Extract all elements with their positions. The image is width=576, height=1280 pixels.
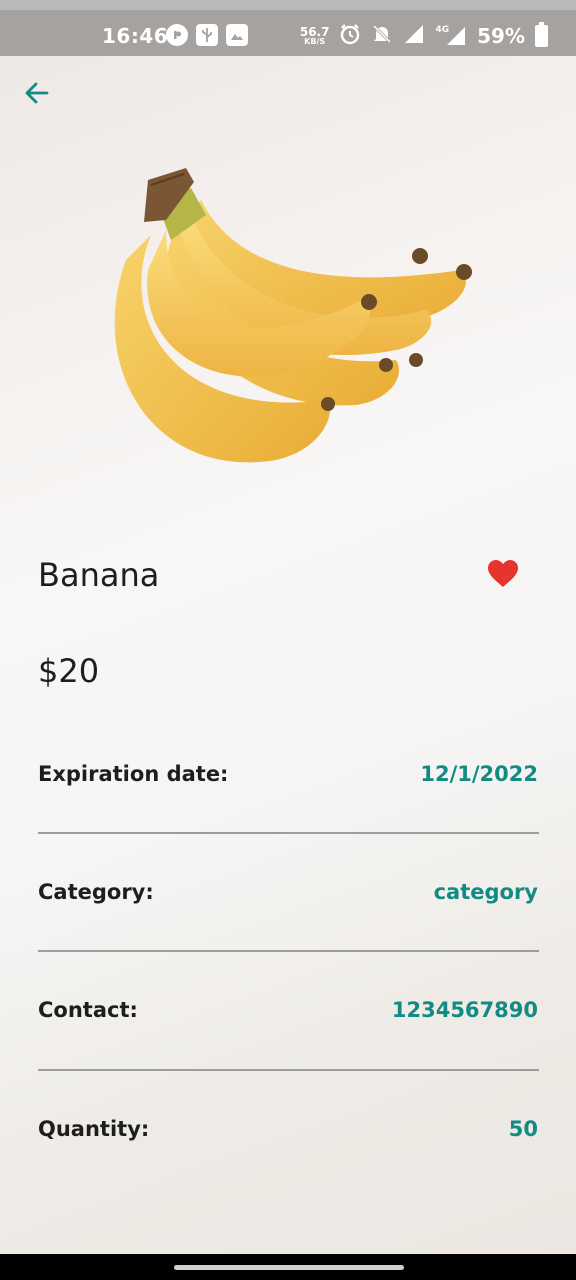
- navigation-bar: [0, 1254, 576, 1280]
- divider: [38, 950, 539, 952]
- divider: [38, 1069, 539, 1071]
- detail-row-quantity: Quantity: 50: [38, 1109, 538, 1149]
- detail-label: Expiration date:: [38, 762, 229, 786]
- product-image: [96, 160, 486, 475]
- product-price: $20: [38, 652, 100, 690]
- heart-icon: [488, 560, 518, 587]
- network-4g-icon: 4G: [435, 25, 467, 47]
- product-name: Banana: [38, 556, 160, 594]
- detail-row-category: Category: category: [38, 872, 538, 912]
- alarm-icon: [339, 23, 361, 49]
- battery-icon: [535, 22, 548, 47]
- detail-value: 50: [508, 1117, 538, 1141]
- detail-label: Contact:: [38, 998, 138, 1022]
- status-system-icons: 56.7 KB/S 4G 59%: [300, 22, 548, 50]
- detail-value: 1234567890: [391, 998, 538, 1022]
- divider: [38, 832, 539, 834]
- mute-icon: [371, 23, 393, 49]
- network-speed: 56.7 KB/S: [299, 24, 330, 46]
- detail-row-expiration: Expiration date: 12/1/2022: [38, 754, 538, 794]
- status-time: 16:46: [102, 24, 169, 48]
- battery-percent: 59%: [477, 24, 525, 48]
- status-bar: 16:46 56.7 KB/S 4G 59%: [0, 10, 576, 56]
- usb-icon: [196, 24, 218, 46]
- signal-icon: [403, 23, 425, 49]
- detail-label: Quantity:: [38, 1117, 150, 1141]
- detail-label: Category:: [38, 880, 154, 904]
- favorite-button[interactable]: [486, 558, 520, 590]
- back-button[interactable]: [20, 76, 54, 110]
- detail-value: category: [433, 880, 538, 904]
- arrow-left-icon: [25, 82, 49, 104]
- status-notification-icons: [166, 24, 248, 46]
- image-icon: [226, 24, 248, 46]
- app-notification-icon: [166, 24, 188, 46]
- home-gesture-handle[interactable]: [174, 1265, 404, 1270]
- detail-row-contact: Contact: 1234567890: [38, 990, 538, 1030]
- detail-value: 12/1/2022: [420, 762, 538, 786]
- top-edge: [0, 0, 576, 10]
